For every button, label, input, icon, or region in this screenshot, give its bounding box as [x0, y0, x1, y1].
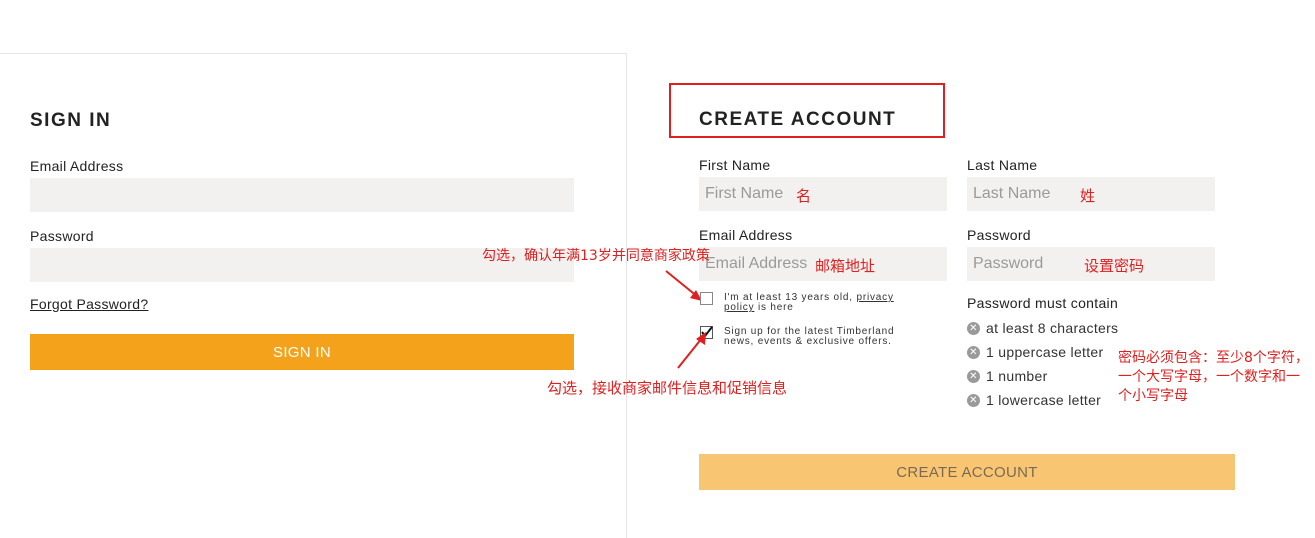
- age-checkbox[interactable]: [700, 292, 713, 305]
- column-divider: [626, 53, 627, 538]
- sign-in-email-input[interactable]: [30, 178, 574, 212]
- age-check-annotation: 勾选，确认年满13岁并同意商家政策: [482, 248, 710, 264]
- first-name-annotation: 名: [796, 187, 812, 205]
- signup-annotation: 勾选，接收商家邮件信息和促销信息: [547, 379, 788, 397]
- age-check-text-2: is here: [757, 302, 794, 313]
- arrow-to-signup-checkbox-icon: [677, 332, 706, 369]
- first-name-label: First Name: [699, 157, 771, 173]
- create-account-heading: CREATE ACCOUNT: [699, 109, 897, 130]
- password-rule: ✕ 1 lowercase letter: [967, 392, 1101, 408]
- sign-in-heading: SIGN IN: [30, 110, 112, 131]
- sign-in-button[interactable]: SIGN IN: [30, 334, 574, 370]
- password-rules-annotation: 密码必须包含：至少8个字符，一个大写字母，一个数字和一个小写字母: [1118, 350, 1309, 404]
- password-rule-text: 1 lowercase letter: [986, 392, 1102, 408]
- sign-in-email-label: Email Address: [30, 158, 124, 174]
- password-rule: ✕ 1 number: [967, 368, 1048, 384]
- sign-in-password-label: Password: [30, 228, 94, 244]
- x-circle-icon: ✕: [967, 345, 980, 359]
- age-check-text: I'm at least 13 years old, privacy polic…: [724, 293, 904, 313]
- signup-text: Sign up for the latest Timberland news, …: [724, 326, 895, 347]
- password-rule: ✕ 1 uppercase letter: [967, 344, 1103, 360]
- create-account-button[interactable]: CREATE ACCOUNT: [699, 454, 1235, 490]
- email-annotation: 邮箱地址: [815, 257, 876, 275]
- x-circle-icon: ✕: [967, 369, 980, 383]
- password-rule-text: 1 uppercase letter: [986, 344, 1104, 360]
- last-name-label: Last Name: [967, 157, 1038, 173]
- password-rule-text: at least 8 characters: [986, 320, 1119, 336]
- password-rules-title: Password must contain: [967, 295, 1119, 311]
- create-password-label: Password: [967, 227, 1031, 243]
- create-email-label: Email Address: [699, 227, 793, 243]
- x-circle-icon: ✕: [967, 321, 980, 335]
- last-name-annotation: 姓: [1080, 187, 1096, 205]
- first-name-input[interactable]: [699, 177, 947, 211]
- password-rule: ✕ at least 8 characters: [967, 320, 1118, 336]
- top-divider: [0, 53, 626, 54]
- forgot-password-link[interactable]: Forgot Password?: [30, 296, 148, 312]
- password-annotation: 设置密码: [1084, 257, 1145, 275]
- x-circle-icon: ✕: [967, 393, 980, 407]
- password-rule-text: 1 number: [986, 368, 1048, 384]
